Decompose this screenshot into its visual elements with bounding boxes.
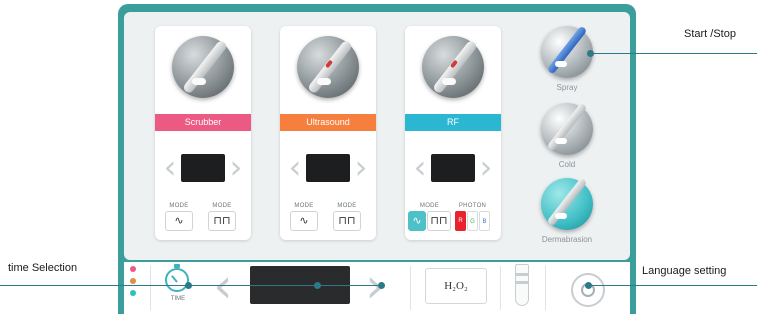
square-pulse-mode-button[interactable]: ⊓⊓ (427, 211, 451, 231)
rf-label: RF (405, 114, 501, 131)
mode-label: MODE (169, 203, 189, 209)
scrubber-level-display (181, 154, 225, 182)
ultrasound-card: Ultrasound ‹ › MODE ∿ MODE ⊓⊓ (280, 26, 376, 240)
ultrasound-label: Ultrasound (280, 114, 376, 131)
time-selection-callout: time Selection (8, 262, 78, 274)
dermabrasion-label: Dermabrasion (541, 235, 593, 244)
chevron-left-icon[interactable]: ‹ (212, 262, 234, 310)
chevron-right-icon[interactable]: › (229, 151, 243, 183)
chevron-left-icon[interactable]: ‹ (413, 151, 427, 183)
chevron-right-icon[interactable]: › (354, 151, 368, 183)
mode-label: MODE (419, 203, 440, 209)
status-dot (130, 290, 136, 296)
cold-button[interactable] (541, 102, 593, 155)
language-button[interactable] (571, 273, 605, 307)
rf-card: RF ‹ › MODE ∿ ⊓⊓ PHOTON R G B (405, 26, 501, 240)
cold-label: Cold (558, 160, 576, 169)
test-tube-icon (515, 264, 529, 306)
language-callout: Language setting (642, 265, 727, 277)
scrubber-label: Scrubber (155, 114, 251, 131)
sine-wave-mode-button[interactable]: ∿ (408, 211, 426, 231)
ultrasound-handpiece-button[interactable] (297, 36, 359, 98)
chevron-left-icon[interactable]: ‹ (163, 151, 177, 183)
status-dots (130, 266, 138, 302)
mode-label: MODE (212, 203, 232, 209)
chevron-left-icon[interactable]: ‹ (288, 151, 302, 183)
dermabrasion-button[interactable] (541, 177, 593, 230)
start-stop-callout: Start /Stop (684, 28, 736, 40)
sine-wave-mode-button[interactable]: ∿ (290, 211, 318, 231)
spray-tool-icon (546, 25, 588, 75)
cold-tool-icon (546, 102, 588, 152)
mode-label: MODE (294, 203, 314, 209)
dermabrasion-tool-icon (546, 177, 588, 227)
spray-button[interactable] (541, 25, 593, 78)
status-dot (130, 266, 136, 272)
scrubber-tool-icon (181, 39, 229, 95)
time-caption: TIME (170, 296, 186, 302)
ultrasound-level-display (306, 154, 350, 182)
sine-wave-mode-button[interactable]: ∿ (165, 211, 193, 231)
rf-handpiece-button[interactable] (422, 36, 484, 98)
scrubber-handpiece-button[interactable] (172, 36, 234, 98)
spray-label: Spray (556, 83, 578, 92)
rf-level-display (431, 154, 475, 182)
square-pulse-mode-button[interactable]: ⊓⊓ (208, 211, 236, 231)
rf-tool-icon (431, 39, 479, 95)
photon-green-button[interactable]: G (467, 211, 478, 231)
photon-label: PHOTON (458, 203, 487, 209)
h2o2-button[interactable]: H₂O₂ (425, 268, 487, 304)
ultrasound-tool-icon (306, 39, 354, 95)
h2o2-label: H₂O₂ (444, 280, 468, 292)
scrubber-card: Scrubber ‹ › MODE ∿ MODE ⊓⊓ (155, 26, 251, 240)
square-pulse-mode-button[interactable]: ⊓⊓ (333, 211, 361, 231)
photon-blue-button[interactable]: B (479, 211, 490, 231)
photon-red-button[interactable]: R (455, 211, 466, 231)
status-dot (130, 278, 136, 284)
chevron-right-icon[interactable]: › (479, 151, 493, 183)
mode-label: MODE (337, 203, 357, 209)
